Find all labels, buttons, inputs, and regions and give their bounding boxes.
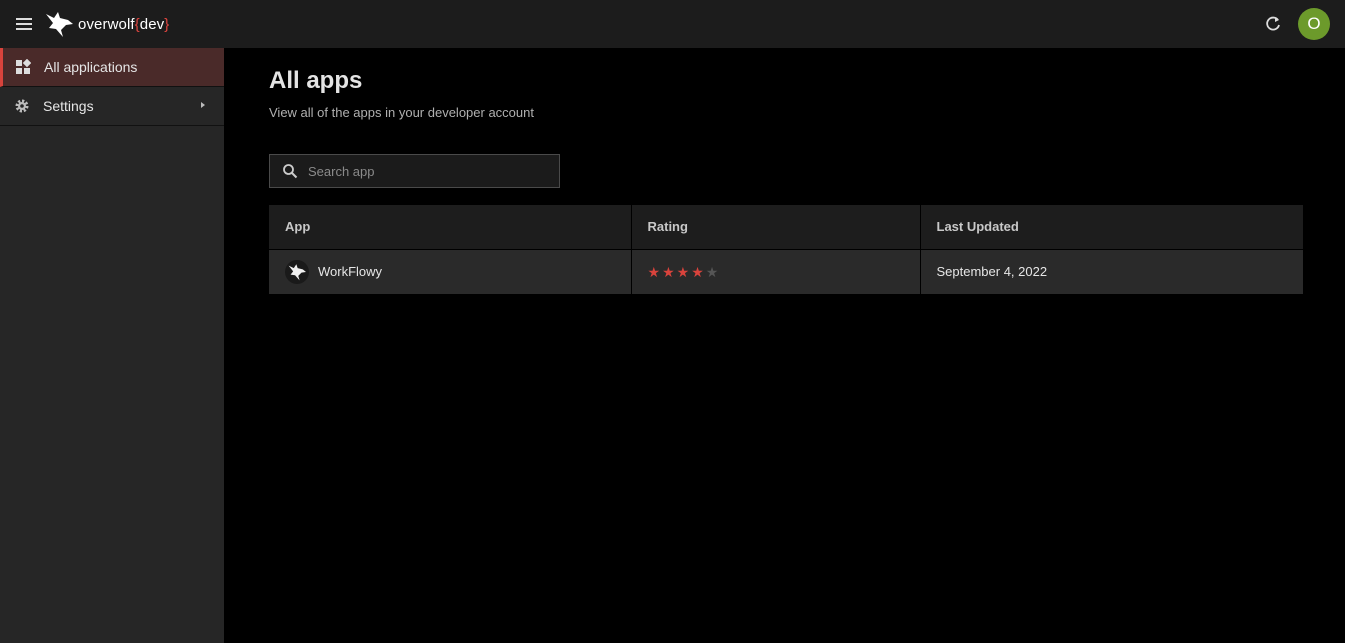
chevron-right-icon [201, 102, 205, 108]
last-updated-cell: September 4, 2022 [920, 248, 1303, 294]
page-title: All apps [269, 67, 363, 94]
star-icon: ★ [647, 263, 661, 280]
app-cell[interactable]: WorkFlowy [269, 248, 632, 294]
menu-icon [16, 18, 32, 30]
sidebar-item-settings[interactable]: Settings [0, 87, 224, 126]
main-content: All apps View all of the apps in your de… [224, 48, 1345, 643]
logo-text: overwolf [78, 15, 135, 33]
star-icon: ★ [691, 263, 704, 280]
table-row[interactable]: WorkFlowy ★ ★ ★ ★ ★ September 4, 2022 [269, 248, 1303, 294]
app-name[interactable]: WorkFlowy [318, 264, 382, 279]
column-header-rating[interactable]: Rating [631, 205, 921, 249]
gear-icon [15, 99, 29, 113]
star-icon: ★ [705, 263, 719, 280]
sidebar-item-all-applications[interactable]: All applications [0, 48, 224, 87]
logo-wordmark: overwolf{dev} [78, 16, 169, 33]
refresh-icon [1266, 16, 1280, 31]
star-icon: ★ [662, 263, 675, 280]
star-icon: ★ [676, 263, 690, 280]
refresh-button[interactable] [1262, 13, 1284, 35]
rating-cell: ★ ★ ★ ★ ★ [631, 248, 921, 294]
sidebar: All applications Settings [0, 48, 224, 643]
user-avatar[interactable]: O [1298, 8, 1330, 40]
logo-dev: dev [139, 15, 165, 33]
hamburger-menu-button[interactable] [12, 12, 36, 36]
wolf-icon [285, 259, 309, 284]
search-input[interactable] [308, 163, 548, 179]
top-bar: overwolf{dev} O [0, 0, 1345, 48]
star-rating: ★ ★ ★ ★ ★ [648, 265, 920, 279]
column-header-last-updated[interactable]: Last Updated [920, 205, 1303, 249]
apps-table: App Rating Last Updated WorkFlowy ★ ★ ★ … [269, 205, 1303, 294]
logo-brace-close: } [164, 15, 170, 33]
search-box [269, 154, 560, 188]
column-header-app[interactable]: App [269, 205, 632, 249]
sidebar-item-label: Settings [43, 98, 94, 114]
grid-icon [16, 59, 31, 74]
page-subtitle: View all of the apps in your developer a… [269, 105, 534, 120]
search-icon [283, 164, 298, 179]
overwolf-dev-logo[interactable]: overwolf{dev} [44, 10, 169, 38]
sidebar-item-label: All applications [44, 59, 138, 75]
table-header-row: App Rating Last Updated [269, 205, 1303, 249]
wolf-logo-icon [46, 12, 73, 37]
